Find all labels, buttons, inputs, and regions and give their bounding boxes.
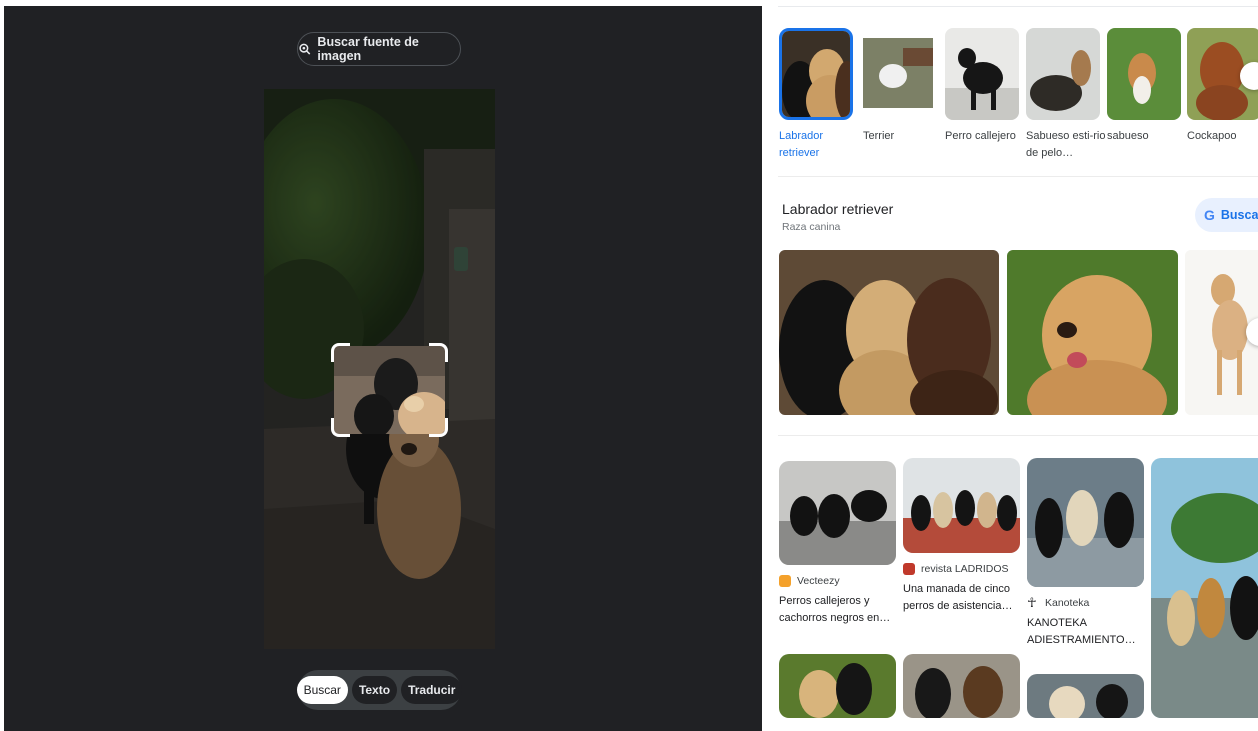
entity-image-yellow-labrador[interactable] [1007, 250, 1178, 415]
result-image [903, 654, 1020, 718]
divider [778, 176, 1258, 177]
kanoteka-favicon-icon: ☥ [1027, 595, 1037, 610]
chip-thumbnail [1026, 28, 1100, 120]
result-source: ☥ Kanoteka [1027, 595, 1144, 610]
result-source-name: revista LADRIDOS [921, 563, 1009, 575]
entity-title: Labrador retriever [782, 201, 894, 217]
vecteezy-favicon-icon [779, 575, 791, 587]
chip-label: sabueso [1107, 130, 1149, 142]
result-source: revista LADRIDOS [903, 563, 1020, 575]
result-image [779, 654, 896, 718]
chip-label: Perro callejero [945, 130, 1016, 142]
chip-thumbnail [779, 28, 853, 120]
result-image [1027, 674, 1144, 718]
result-image [903, 458, 1020, 553]
chip-labrador-retriever[interactable]: Labrador retriever [779, 28, 859, 162]
results-panel: Labrador retriever Terrier Perro calleje… [762, 0, 1258, 731]
mode-search-button[interactable]: Buscar [296, 676, 348, 704]
crop-handle-bottom-right[interactable] [429, 418, 448, 437]
crop-handle-bottom-left[interactable] [331, 418, 350, 437]
divider [778, 435, 1258, 436]
result-card[interactable]: revista LADRIDOS Una manada de cinco per… [903, 458, 1020, 615]
chip-thumbnail [863, 28, 937, 120]
google-g-icon: G [1204, 207, 1215, 223]
chip-terrier[interactable]: Terrier [863, 28, 943, 145]
result-source-name: Vecteezy [797, 575, 840, 587]
result-card[interactable]: ☥ Kanoteka KANOTEKA ADIESTRAMIENTO… [1027, 458, 1144, 649]
result-image [1151, 458, 1258, 718]
entity-subtitle: Raza canina [782, 221, 841, 233]
result-card[interactable] [903, 654, 1020, 718]
result-image [1027, 458, 1144, 587]
result-card[interactable]: Vecteezy Perros callejeros y cachorros n… [779, 461, 896, 627]
entity-search-button[interactable]: G Buscar [1195, 198, 1258, 232]
result-card[interactable] [779, 654, 896, 718]
crop-handle-top-right[interactable] [429, 343, 448, 362]
lens-viewer-panel: Buscar fuente de imagen Buscar Texto Tra… [4, 6, 762, 731]
lens-mode-switcher: Buscar Texto Traducir [296, 670, 463, 710]
chip-label: Labrador retriever [779, 130, 824, 159]
revista-ladridos-favicon-icon [903, 563, 915, 575]
chip-sabueso[interactable]: sabueso [1107, 28, 1187, 145]
chip-label: Cockapoo [1187, 130, 1237, 142]
chip-thumbnail [945, 28, 1019, 120]
chip-perro-callejero[interactable]: Perro callejero [945, 28, 1025, 145]
result-source-name: Kanoteka [1045, 597, 1090, 609]
chip-label: Terrier [863, 130, 895, 142]
result-title[interactable]: Una manada de cinco perros de asistencia… [903, 581, 1020, 615]
find-image-source-button[interactable]: Buscar fuente de imagen [297, 32, 461, 66]
crop-handle-top-left[interactable] [331, 343, 350, 362]
result-title[interactable]: KANOTEKA ADIESTRAMIENTO… [1027, 615, 1144, 649]
result-card[interactable] [1027, 674, 1144, 718]
find-image-source-label: Buscar fuente de imagen [317, 35, 419, 63]
chip-thumbnail [1107, 28, 1181, 120]
divider [778, 6, 1258, 7]
result-source: Vecteezy [779, 575, 896, 587]
result-image [779, 461, 896, 565]
result-title[interactable]: Perros callejeros y cachorros negros en… [779, 593, 896, 627]
selection-crop-frame[interactable] [331, 343, 448, 437]
entity-image-three-labradors[interactable] [779, 250, 999, 415]
chip-sabueso-estirio[interactable]: Sabueso esti-rio de pelo… [1026, 28, 1106, 162]
mode-translate-button[interactable]: Traducir [401, 676, 463, 704]
lens-search-icon [299, 43, 311, 55]
chip-label: Sabueso esti-rio de pelo… [1026, 130, 1106, 159]
mode-text-button[interactable]: Texto [351, 676, 398, 704]
result-card[interactable] [1151, 458, 1258, 718]
entity-search-label: Buscar [1220, 208, 1258, 222]
